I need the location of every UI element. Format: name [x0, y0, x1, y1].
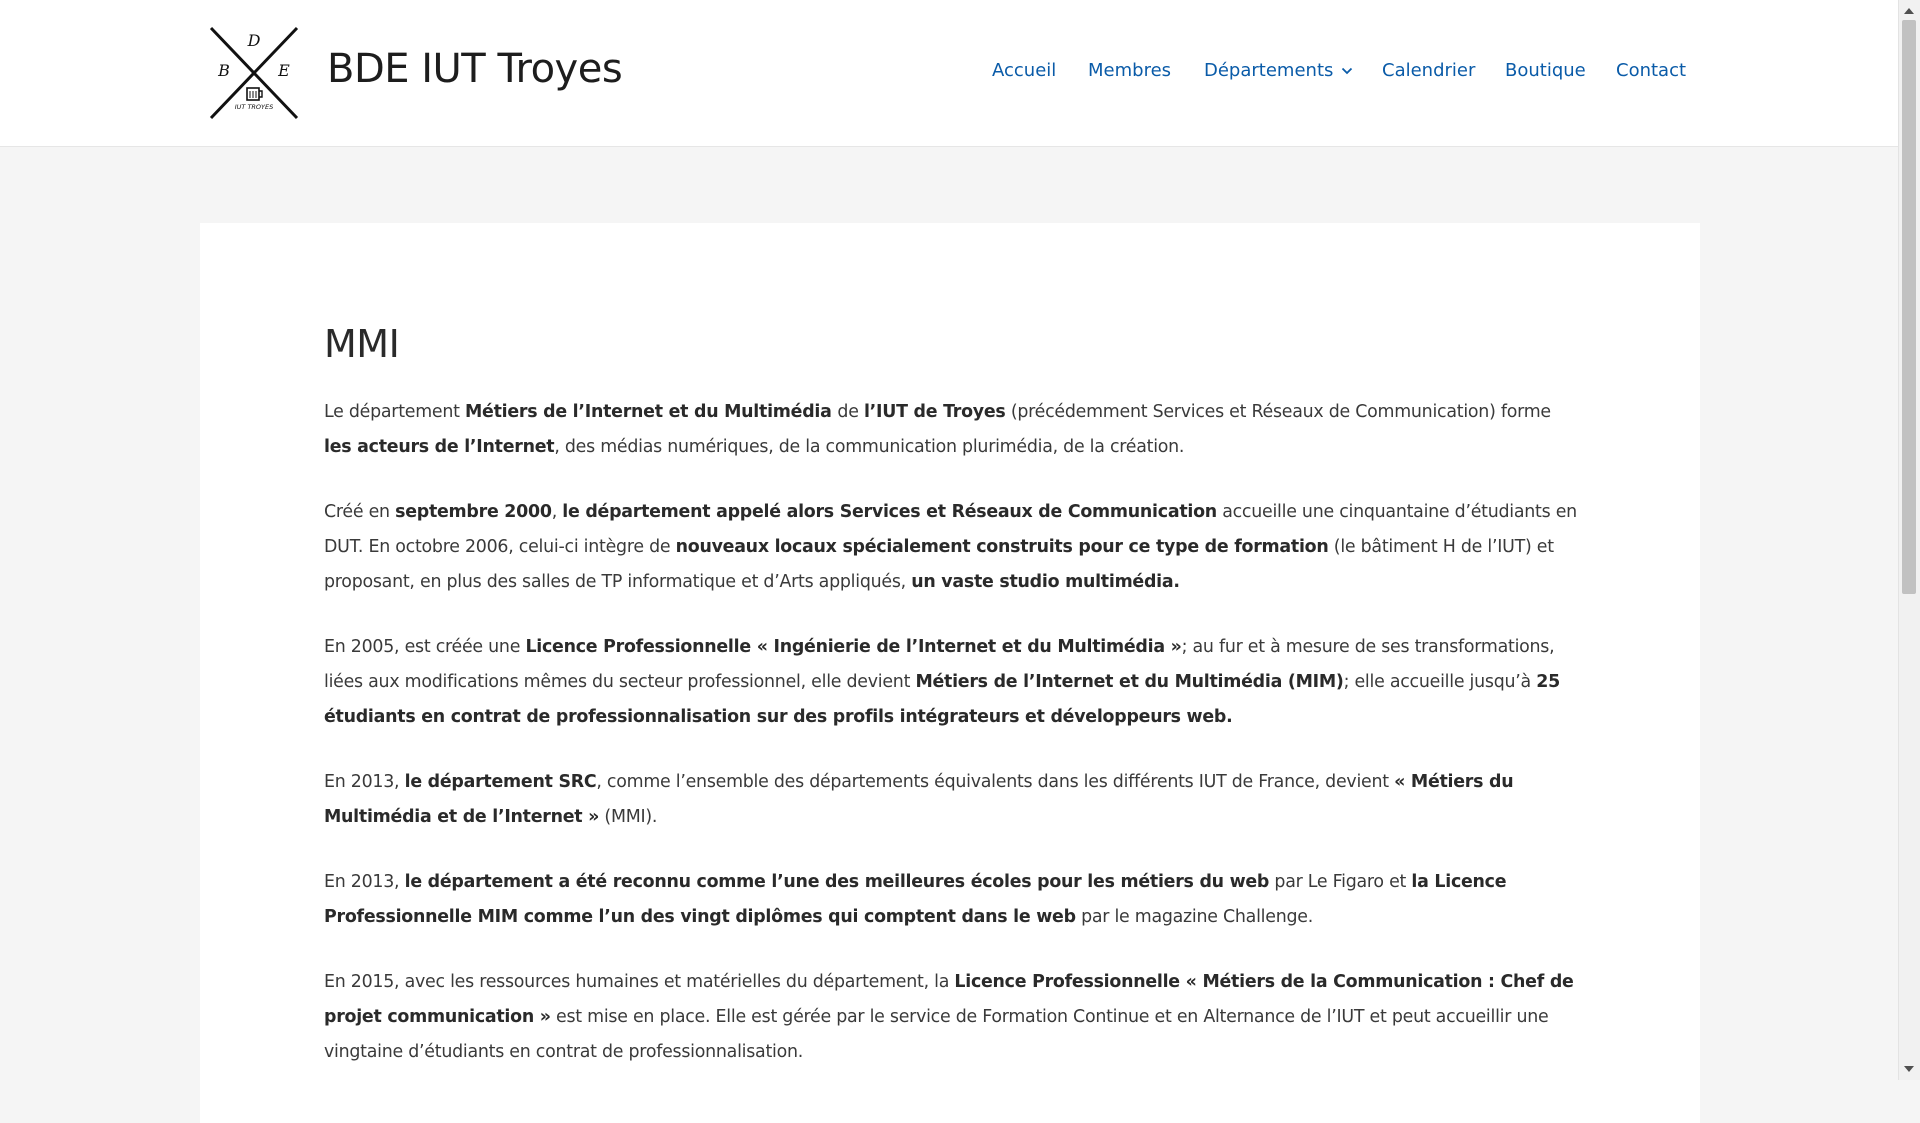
bold-text: le département appelé alors Services et … — [562, 502, 1217, 522]
paragraph-text: ; elle accueille jusqu’à — [1343, 672, 1537, 692]
logo-letter-e: E — [277, 61, 290, 80]
logo-caption: IUT TROYES — [235, 103, 274, 111]
paragraph-text: , des médias numériques, de la communica… — [554, 437, 1185, 457]
article-content: Le département Métiers de l’Internet et … — [324, 395, 1582, 1100]
site-logo-icon[interactable]: D B E IUT TROYES — [207, 26, 301, 120]
site-header: D B E IUT TROYES BDE IUT Troyes Accueil … — [0, 0, 1899, 147]
paragraph-text: (précédemment Services et Réseaux de Com… — [1005, 402, 1551, 422]
paragraph-text: par Le Figaro et — [1269, 872, 1412, 892]
scroll-thumb[interactable] — [1902, 20, 1916, 594]
bold-text: le département SRC — [404, 772, 597, 792]
paragraph-text: En 2005, est créée une — [324, 637, 526, 657]
article-paragraph: En 2015, avec les ressources humaines et… — [324, 965, 1582, 1070]
paragraph-text: En 2015, avec les ressources humaines et… — [324, 972, 955, 992]
bold-text: Licence Professionnelle « Ingénierie de … — [525, 637, 1182, 657]
paragraph-text: (MMI). — [599, 807, 658, 827]
bold-text: l’IUT de Troyes — [863, 402, 1006, 422]
bold-text: Métiers de l’Internet et du Multimédia — [464, 402, 838, 422]
logo-letter-d: D — [247, 31, 261, 50]
scroll-down-arrow-icon[interactable] — [1904, 1066, 1914, 1072]
paragraph-text: Créé en — [324, 502, 396, 522]
article-paragraph: En 2013, le département a été reconnu co… — [324, 865, 1582, 935]
bold-text: les acteurs de l’Internet — [324, 437, 555, 457]
scrollbar[interactable] — [1898, 0, 1920, 1080]
article-paragraph: En 2013, le département SRC, comme l’ens… — [324, 765, 1582, 835]
site-title[interactable]: BDE IUT Troyes — [327, 46, 623, 92]
bold-text: Métiers de l’Internet et du Multimédia (… — [915, 672, 1344, 692]
scroll-up-arrow-icon[interactable] — [1904, 8, 1914, 14]
paragraph-text: En 2013, — [324, 872, 405, 892]
page-title: MMI — [324, 322, 400, 366]
article-paragraph: En 2005, est créée une Licence Professio… — [324, 630, 1582, 735]
paragraph-text: Le département — [324, 402, 465, 422]
nav-item-calendrier[interactable]: Calendrier — [1382, 60, 1475, 81]
paragraph-text: de — [837, 402, 864, 422]
nav-item-membres[interactable]: Membres — [1088, 60, 1171, 81]
bold-text: septembre 2000 — [395, 502, 552, 522]
paragraph-text: par le magazine Challenge. — [1075, 907, 1313, 927]
nav-item-departements[interactable]: Départements — [1204, 60, 1353, 81]
nav-item-contact[interactable]: Contact — [1616, 60, 1686, 81]
nav-item-boutique[interactable]: Boutique — [1505, 60, 1586, 81]
paragraph-text: , — [551, 502, 563, 522]
logo-letter-b: B — [217, 61, 230, 80]
article-paragraph: Le département Métiers de l’Internet et … — [324, 395, 1582, 465]
paragraph-text: , comme l’ensemble des départements équi… — [596, 772, 1395, 792]
paragraph-text: En 2013, — [324, 772, 405, 792]
chevron-down-icon[interactable] — [1341, 67, 1353, 75]
bold-text: un vaste studio multimédia. — [911, 572, 1180, 592]
nav-item-accueil[interactable]: Accueil — [992, 60, 1056, 81]
nav-item-departements-label: Départements — [1204, 60, 1334, 81]
bold-text: nouveaux locaux spécialement construits … — [675, 537, 1329, 557]
bold-text: le département a été reconnu comme l’une… — [404, 872, 1270, 892]
article-paragraph: Créé en septembre 2000, le département a… — [324, 495, 1582, 600]
